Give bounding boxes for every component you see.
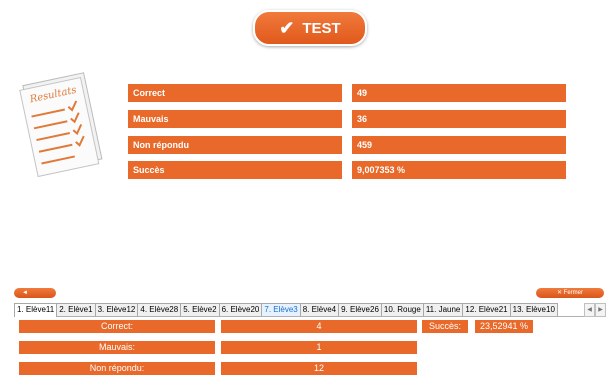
test-title: TEST	[302, 19, 341, 37]
succes-label: Succès	[128, 161, 342, 179]
non-repondu-value: 459	[352, 136, 566, 154]
tab-student-4[interactable]: 4. Elève28	[137, 303, 182, 316]
detail-succes-value: 23,52941 %	[475, 320, 533, 333]
student-tab-bar: 1. Elève11 2. Elève1 3. Elève12 4. Elève28 5…	[14, 303, 606, 317]
tab-student-1[interactable]: 1. Elève11	[14, 303, 58, 317]
checkmark-icon: ✔	[279, 18, 295, 38]
tab-student-11[interactable]: 11. Jaune	[422, 303, 464, 316]
close-button[interactable]: ✕ Fermer	[536, 288, 604, 298]
correct-label: Correct	[128, 84, 342, 102]
detail-mauvais-value: 1	[221, 341, 417, 354]
detail-correct-value: 4	[221, 320, 417, 333]
tab-student-3[interactable]: 3. Elève12	[94, 303, 139, 316]
detail-nonrep-value: 12	[221, 362, 417, 375]
mauvais-value: 36	[352, 110, 566, 128]
correct-value: 49	[352, 84, 566, 102]
tab-student-6[interactable]: 6. Elève20	[218, 303, 263, 316]
tab-student-7[interactable]: 7. Elève3	[261, 303, 301, 316]
tab-scroll-right-icon[interactable]: ▶	[595, 303, 606, 317]
results-button[interactable]: ◄ Résultats	[14, 288, 56, 306]
non-repondu-label: Non répondu	[128, 136, 342, 154]
tab-student-12[interactable]: 12. Elève21	[462, 303, 511, 316]
detail-succes-label: Succès:	[422, 320, 468, 333]
test-title-badge: ✔ TEST	[253, 10, 367, 46]
mauvais-label: Mauvais	[128, 110, 342, 128]
tab-student-9[interactable]: 9. Elève26	[338, 303, 382, 316]
tab-student-10[interactable]: 10. Rouge	[380, 303, 424, 316]
detail-correct-label: Correct:	[19, 320, 215, 333]
tab-student-13[interactable]: 13. Elève10	[509, 303, 558, 316]
succes-value: 9,007353 %	[352, 161, 566, 179]
tab-scroll-left-icon[interactable]: ◀	[584, 303, 595, 317]
tab-student-2[interactable]: 2. Elève1	[56, 303, 96, 316]
tab-student-8[interactable]: 8. Elève4	[299, 303, 340, 316]
results-document-icon: Resultats	[19, 72, 103, 178]
detail-mauvais-label: Mauvais:	[19, 341, 215, 354]
detail-nonrep-label: Non répondu:	[19, 362, 215, 375]
tab-student-5[interactable]: 5. Elève2	[180, 303, 220, 316]
